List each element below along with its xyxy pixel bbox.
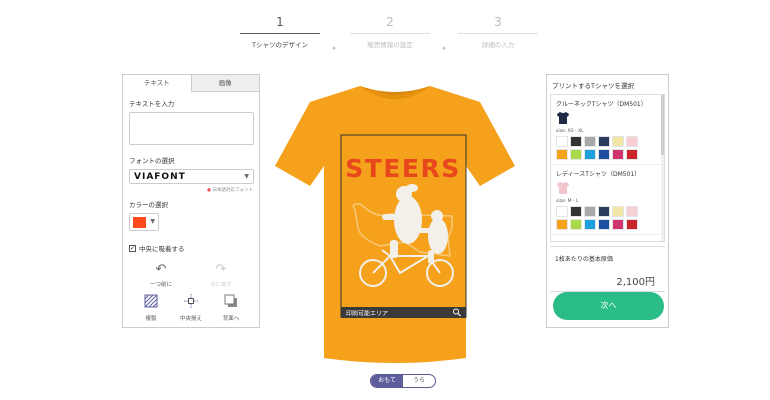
product-size: size: M - L [556,199,579,204]
chevron-down-icon: ▼ [150,218,155,225]
product-panel-title: プリントするTシャツを選択 [552,82,634,90]
view-front-button[interactable]: おもて [371,375,403,387]
step-3: 3 詳細の入力 [458,14,538,49]
center-snap-checkbox[interactable]: ✓ [129,244,136,252]
view-toggle: おもて うら [370,374,436,388]
center-snap-option[interactable]: ✓ 中央に吸着する [129,243,253,253]
print-area-label: 印刷可能エリア [346,310,388,318]
color-swatch[interactable] [556,206,568,217]
undo-icon: ↶ [155,262,167,277]
product-name: クルーネックTシャツ（DM501） [556,101,647,108]
tshirt-icon [557,112,569,124]
step-label: Tシャツのデザイン [252,41,308,49]
product-name: レディースTシャツ（DM501） [556,171,641,178]
tab-image[interactable]: 画像 [191,75,259,92]
duplicate-label: 複製 [145,316,157,322]
color-swatch[interactable] [612,136,624,147]
view-back-button[interactable]: うら [403,375,435,387]
step-2: 2 販売情報の設定 [350,14,430,49]
tab-text[interactable]: テキスト [123,75,192,92]
font-select[interactable]: VIAFONT ▼ [129,169,254,184]
text-input[interactable] [129,112,254,145]
tshirt-icon [557,182,569,194]
step-label: 販売情報の設定 [367,41,413,49]
product-item[interactable]: レディースTシャツ（DM501） size: M - L [551,165,664,235]
color-swatch[interactable] [570,136,582,147]
chevron-down-icon: ▼ [244,173,249,180]
dot-icon: ● [207,188,212,193]
text-editor-panel: テキスト 画像 テキストを入力 フォントの選択 VIAFONT ▼ ● 日本語対… [122,74,260,328]
center-align-label: 中央揃え [179,316,202,322]
step-1: 1 Tシャツのデザイン [240,14,320,49]
color-swatch[interactable] [598,219,610,230]
send-back-icon [224,294,237,307]
undo-label: 一つ前に [149,282,172,288]
redo-button[interactable]: ↷ 元に戻す [204,262,238,289]
send-back-button[interactable]: 背面へ [218,294,244,322]
center-align-icon [184,294,198,308]
product-list: クルーネックTシャツ（DM501） size: XS - XL レディースTシャ… [550,94,665,242]
color-swatch[interactable] [598,149,610,160]
color-swatch[interactable] [626,149,638,160]
step-line [240,33,320,34]
price-value: 2,100円 [550,263,665,292]
color-swatch[interactable] [598,136,610,147]
design-headline[interactable]: STEERS [345,154,460,183]
send-back-label: 背面へ [222,316,240,322]
color-swatch[interactable] [626,206,638,217]
color-swatch[interactable] [584,206,596,217]
undo-button[interactable]: ↶ 一つ前に [144,262,178,289]
step-line [458,33,538,34]
price-label: 1枚あたりの基本原価 [550,246,665,263]
color-swatch[interactable] [584,219,596,230]
color-swatch [133,217,146,228]
redo-label: 元に戻す [209,282,232,288]
color-swatch[interactable] [598,206,610,217]
redo-icon: ↷ [215,262,227,277]
product-item[interactable]: クルーネックTシャツ（DM501） size: XS - XL [551,95,664,165]
step-number: 1 [276,15,284,29]
color-swatch[interactable] [626,219,638,230]
color-swatch[interactable] [612,219,624,230]
font-note: ● 日本語対応フォント [129,187,253,193]
color-swatch[interactable] [584,136,596,147]
color-swatch[interactable] [570,206,582,217]
step-number: 2 [386,15,394,29]
color-swatch[interactable] [626,136,638,147]
product-size: size: XS - XL [556,129,584,134]
center-align-button[interactable]: 中央揃え [178,294,204,322]
step-number: 3 [494,15,502,29]
scrollbar[interactable] [661,95,664,241]
color-swatch[interactable] [556,136,568,147]
font-note-text: 日本語対応フォント [212,188,254,193]
text-input-label: テキストを入力 [129,100,175,108]
duplicate-button[interactable]: 複製 [138,294,164,322]
chevron-right-icon: ▸ [443,44,447,52]
scrollbar-thumb[interactable] [661,95,664,155]
color-picker[interactable]: ▼ [129,213,159,231]
progress-steps: 1 Tシャツのデザイン ▸ 2 販売情報の設定 ▸ 3 詳細の入力 [240,14,540,54]
duplicate-icon [144,294,158,308]
font-select-value: VIAFONT [134,172,186,182]
color-label: カラーの選択 [129,201,168,209]
tshirt-canvas: STEERS 印刷可能エリア [275,86,515,363]
color-swatch[interactable] [570,219,582,230]
center-snap-label: 中央に吸着する [139,245,185,253]
next-button[interactable]: 次へ [553,292,664,320]
editor-tabs: テキスト 画像 [123,75,259,92]
color-swatch[interactable] [556,149,568,160]
color-swatch[interactable] [612,206,624,217]
color-swatch[interactable] [612,149,624,160]
product-panel: プリントするTシャツを選択 クルーネックTシャツ（DM501） size: XS… [546,74,669,328]
step-label: 詳細の入力 [481,41,515,49]
tshirt-preview: STEERS 印刷可能エリア [270,78,520,368]
color-swatch[interactable] [570,149,582,160]
step-line [350,33,430,34]
color-swatches [556,206,659,230]
color-swatches [556,136,659,160]
color-swatch[interactable] [584,149,596,160]
chevron-right-icon: ▸ [333,44,337,52]
font-label: フォントの選択 [129,157,175,165]
color-swatch[interactable] [556,219,568,230]
